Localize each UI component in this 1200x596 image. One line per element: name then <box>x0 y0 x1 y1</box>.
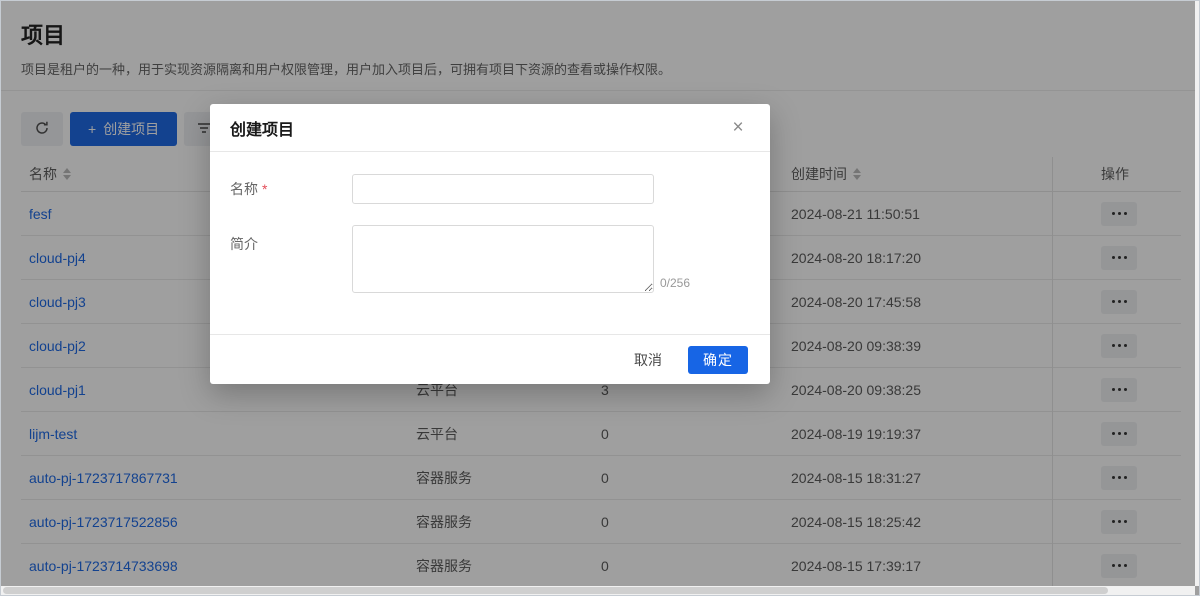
name-input[interactable] <box>352 174 654 204</box>
description-field-row: 简介 0/256 <box>230 225 750 293</box>
vertical-scrollbar[interactable] <box>1195 1 1199 586</box>
close-icon[interactable]: × <box>726 116 750 140</box>
confirm-button[interactable]: 确定 <box>688 346 748 374</box>
modal-footer: 取消 确定 <box>210 334 770 384</box>
app-window: 项目 项目是租户的一种，用于实现资源隔离和用户权限管理，用户加入项目后，可拥有项… <box>0 0 1200 596</box>
create-project-modal: 创建项目 × 名称 * 简介 0/256 取消 <box>210 104 770 384</box>
name-field-label: 名称 * <box>230 174 352 204</box>
horizontal-scrollbar[interactable] <box>1 586 1195 595</box>
modal-header: 创建项目 × <box>210 104 770 152</box>
description-field-label: 简介 <box>230 225 352 293</box>
required-asterisk: * <box>262 181 267 197</box>
char-counter: 0/256 <box>660 276 690 290</box>
modal-title: 创建项目 <box>230 116 726 140</box>
horizontal-scrollbar-thumb[interactable] <box>3 587 1108 594</box>
cancel-button[interactable]: 取消 <box>634 350 662 370</box>
modal-body: 名称 * 简介 0/256 <box>210 152 770 293</box>
description-textarea[interactable] <box>352 225 654 293</box>
name-field-row: 名称 * <box>230 174 750 204</box>
